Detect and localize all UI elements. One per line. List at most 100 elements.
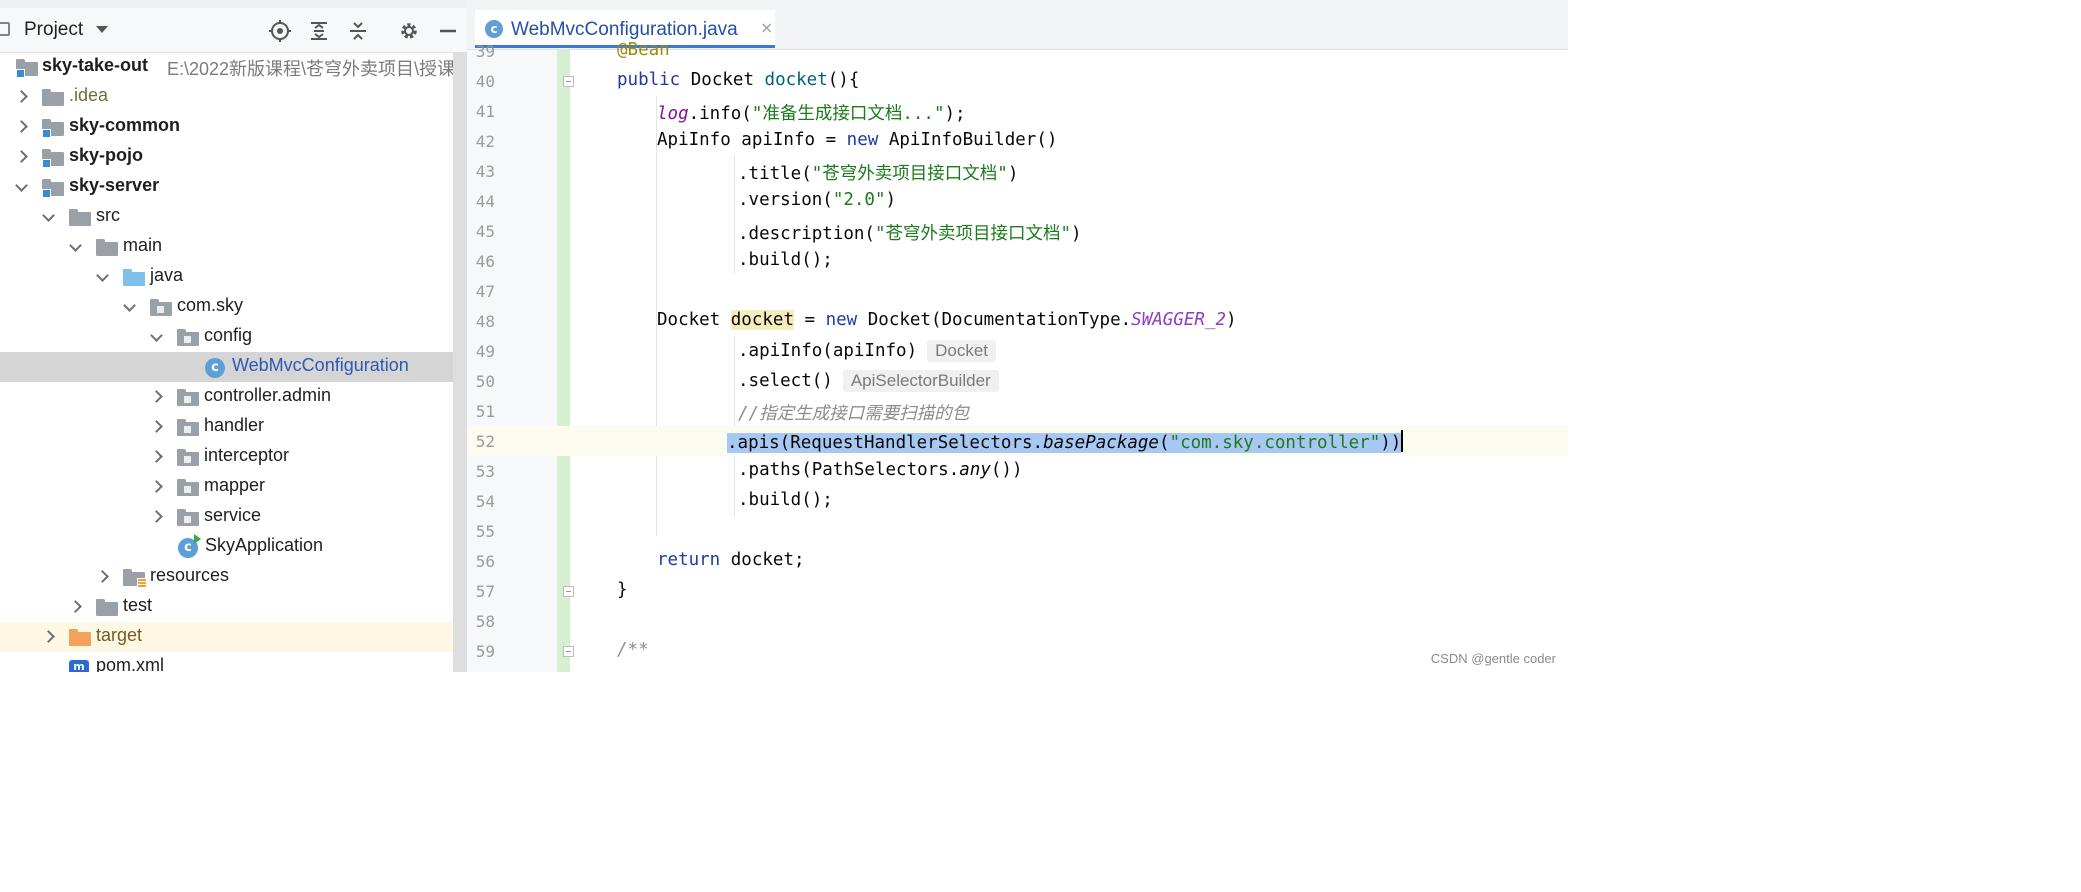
tree-item-path: E:\2022新版课程\苍穹外卖项目\授课资 — [167, 59, 467, 79]
string-literal: "准备生成接口文档..." — [751, 104, 945, 124]
package-icon — [177, 509, 199, 526]
chevron-down-icon[interactable] — [67, 239, 83, 255]
tree-item-label: sky-pojo — [69, 145, 144, 165]
close-icon[interactable]: × — [760, 18, 773, 37]
line-number: 43 — [475, 162, 495, 181]
module-folder-icon — [42, 179, 64, 198]
tree-item-target[interactable]: target — [0, 622, 467, 652]
expand-all-icon[interactable] — [308, 20, 330, 42]
locate-icon[interactable] — [269, 20, 291, 42]
fold-icon[interactable] — [563, 586, 574, 597]
chevron-down-icon[interactable] — [148, 329, 164, 345]
line-number: 45 — [475, 222, 495, 241]
line-number: 58 — [475, 612, 495, 631]
tree-item-mapper[interactable]: mapper — [0, 472, 467, 502]
project-panel-scrollbar[interactable] — [453, 52, 467, 672]
code-text: .select() ApiSelectorBuilder — [738, 370, 999, 392]
java-class-icon: c — [205, 358, 225, 378]
chevron-right-icon[interactable] — [13, 89, 29, 105]
chevron-right-icon[interactable] — [148, 449, 164, 465]
code-text: .title("苍穹外卖项目接口文档") — [738, 160, 1018, 185]
tree-item-service[interactable]: service — [0, 502, 467, 532]
text-caret — [1401, 430, 1404, 452]
tree-item-controller-admin[interactable]: controller.admin — [0, 382, 467, 412]
tree-item-main[interactable]: main — [0, 232, 467, 262]
tree-item-config[interactable]: config — [0, 322, 467, 352]
tree-item-label: resources — [150, 565, 230, 585]
chevron-right-icon[interactable] — [148, 509, 164, 525]
chevron-down-icon[interactable] — [94, 269, 110, 285]
chevron-down-icon[interactable] — [40, 209, 56, 225]
chevron-down-icon[interactable] — [13, 179, 29, 195]
chevron-right-icon[interactable] — [148, 419, 164, 435]
code-line-55: 55 — [467, 516, 1568, 546]
code-editor[interactable]: c WebMvcConfiguration.java × 39 @Bean 40… — [467, 0, 1568, 672]
code-text: .build(); — [738, 250, 833, 270]
chevron-right-icon[interactable] — [13, 149, 29, 165]
code-comment: //指定生成接口需要扫描的包 — [738, 404, 970, 424]
tree-item-label: sky-server — [69, 175, 160, 195]
chevron-right-icon[interactable] — [40, 629, 56, 645]
tree-item-sky-common[interactable]: sky-common — [0, 112, 467, 142]
panel-top-strip — [0, 0, 467, 8]
code-text: public Docket docket(){ — [617, 70, 859, 90]
tree-item-interceptor[interactable]: interceptor — [0, 442, 467, 472]
project-panel-title[interactable]: Project — [24, 19, 83, 41]
chevron-right-icon[interactable] — [13, 119, 29, 135]
tree-item-sky-pojo[interactable]: sky-pojo — [0, 142, 467, 172]
tree-item-pom-xml[interactable]: m pom.xml — [0, 652, 467, 672]
tree-item-src[interactable]: src — [0, 202, 467, 232]
code-text: ApiInfo apiInfo = new ApiInfoBuilder() — [657, 130, 1057, 150]
code-line-54: 54 .build(); — [467, 486, 1568, 516]
code-token: ApiInfo apiInfo = — [657, 130, 847, 150]
line-number: 59 — [475, 642, 495, 661]
gear-icon[interactable] — [398, 20, 420, 42]
tree-item-idea[interactable]: .idea — [0, 82, 467, 112]
tree-item-handler[interactable]: handler — [0, 412, 467, 442]
chevron-down-icon[interactable] — [96, 26, 108, 33]
tree-item-sky-take-out[interactable]: sky-take-out E:\2022新版课程\苍穹外卖项目\授课资 — [0, 52, 467, 82]
chevron-right-icon[interactable] — [148, 479, 164, 495]
code-text: .build(); — [738, 490, 833, 510]
line-number: 52 — [475, 432, 495, 451]
code-line-39: 39 @Bean — [467, 36, 1568, 66]
collapse-all-icon[interactable] — [347, 20, 369, 42]
hide-panel-icon[interactable] — [437, 20, 459, 42]
fold-icon[interactable] — [563, 646, 574, 657]
keyword: public — [617, 70, 691, 90]
package-icon — [177, 449, 199, 466]
tree-item-label: src — [96, 205, 120, 225]
code-line-43: 43 .title("苍穹外卖项目接口文档") — [467, 156, 1568, 186]
code-token: )) — [1380, 433, 1402, 453]
tree-item-skyapplication[interactable]: c SkyApplication — [0, 532, 467, 562]
package-icon — [177, 329, 199, 346]
chevron-down-icon[interactable] — [121, 299, 137, 315]
code-text: log.info("准备生成接口文档..."); — [657, 100, 966, 125]
chevron-right-icon[interactable] — [94, 569, 110, 585]
code-line-47: 47 — [467, 276, 1568, 306]
tree-item-java[interactable]: java — [0, 262, 467, 292]
tree-item-label: main — [123, 235, 163, 255]
code-text: } — [617, 580, 628, 600]
code-line-49: 49 .apiInfo(apiInfo) Docket — [467, 336, 1568, 366]
code-token: ()) — [990, 460, 1023, 480]
fold-icon[interactable] — [563, 76, 574, 87]
folder-icon — [42, 89, 64, 106]
code-token: ) — [1007, 164, 1019, 184]
tree-item-webmvcconfiguration[interactable]: c WebMvcConfiguration — [0, 352, 467, 382]
tree-item-sky-server[interactable]: sky-server — [0, 172, 467, 202]
tree-item-label: service — [204, 505, 262, 525]
chevron-right-icon[interactable] — [148, 389, 164, 405]
module-folder-icon — [42, 149, 64, 168]
code-line-46: 46 .build(); — [467, 246, 1568, 276]
chevron-right-icon[interactable] — [67, 599, 83, 615]
tree-item-label: target — [96, 625, 143, 645]
tree-item-resources[interactable]: resources — [0, 562, 467, 592]
tree-item-test[interactable]: test — [0, 592, 467, 622]
source-folder-icon — [123, 269, 145, 286]
tree-item-com-sky[interactable]: com.sky — [0, 292, 467, 322]
line-number: 41 — [475, 102, 495, 121]
runnable-class-icon: c — [178, 534, 201, 558]
keyword: return — [657, 550, 731, 570]
tree-item-label: sky-common — [69, 115, 181, 135]
